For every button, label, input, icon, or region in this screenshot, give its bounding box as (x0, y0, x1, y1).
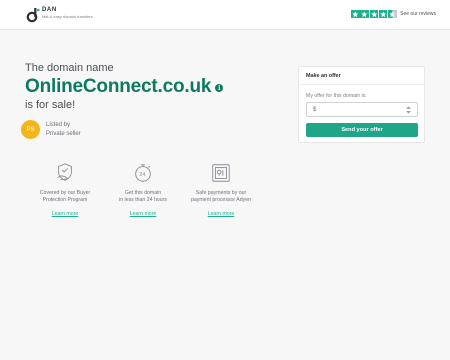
star-icon (360, 9, 369, 19)
feature-text: payment processor Adyen (191, 197, 251, 203)
send-offer-button[interactable]: Send your offer (306, 123, 418, 137)
dan-logo-icon (26, 8, 40, 23)
offer-card-title: Make an offer (306, 73, 341, 79)
offer-amount-input[interactable]: $ (306, 102, 418, 117)
feature-fast-transfer: 24 Get this domain in less than 24 hours… (103, 162, 183, 217)
currency-symbol: $ (313, 106, 317, 113)
half-star-icon (387, 9, 397, 19)
star-icon (378, 9, 388, 19)
domain-name: OnlineConnect.co.uk (25, 76, 212, 97)
feature-safe-payments: Safe payments by our payment processor A… (181, 162, 261, 217)
star-icon (351, 9, 360, 19)
seller-info: PS Listed by Private seller (21, 120, 81, 139)
for-sale-text: is for sale! (25, 99, 76, 111)
clock-24-icon: 24 (135, 164, 151, 182)
star-icon (369, 9, 379, 19)
brand-tagline: fast & easy domain transfers (42, 14, 93, 19)
seller-label: Listed by (46, 121, 71, 128)
learn-more-link[interactable]: Learn more (103, 211, 183, 217)
learn-more-link[interactable]: Learn more (181, 211, 261, 217)
svg-text:24: 24 (139, 172, 145, 178)
feature-text: Get this domain (124, 190, 162, 196)
see-reviews-link[interactable]: See our reviews (400, 11, 436, 17)
feature-text: in less than 24 hours (119, 197, 167, 203)
brand-name: DAN (42, 7, 57, 13)
offer-label: My offer for this domain is: (306, 93, 367, 99)
shield-hand-icon (57, 163, 72, 181)
avatar: PS (21, 120, 40, 139)
feature-text: Safe payments by our (195, 190, 247, 196)
hero-section: The domain name OnlineConnect.co.uk i is… (25, 62, 224, 112)
offer-card: Make an offer My offer for this domain i… (298, 66, 425, 143)
secure-payment-icon (212, 164, 230, 182)
feature-text: Covered by our Buyer (39, 190, 91, 196)
seller-name: Private seller (46, 130, 81, 137)
stepper-arrows-icon[interactable] (405, 106, 412, 114)
top-header: DAN fast & easy domain transfers See our… (0, 0, 450, 30)
learn-more-link[interactable]: Learn more (25, 211, 105, 217)
reviews-widget[interactable]: See our reviews (351, 9, 436, 19)
hero-intro: The domain name (25, 62, 114, 74)
info-icon[interactable]: i (215, 84, 224, 92)
feature-text: Protection Program (42, 197, 88, 203)
divider (299, 84, 424, 85)
feature-buyer-protection: Covered by our Buyer Protection Program … (25, 162, 105, 217)
